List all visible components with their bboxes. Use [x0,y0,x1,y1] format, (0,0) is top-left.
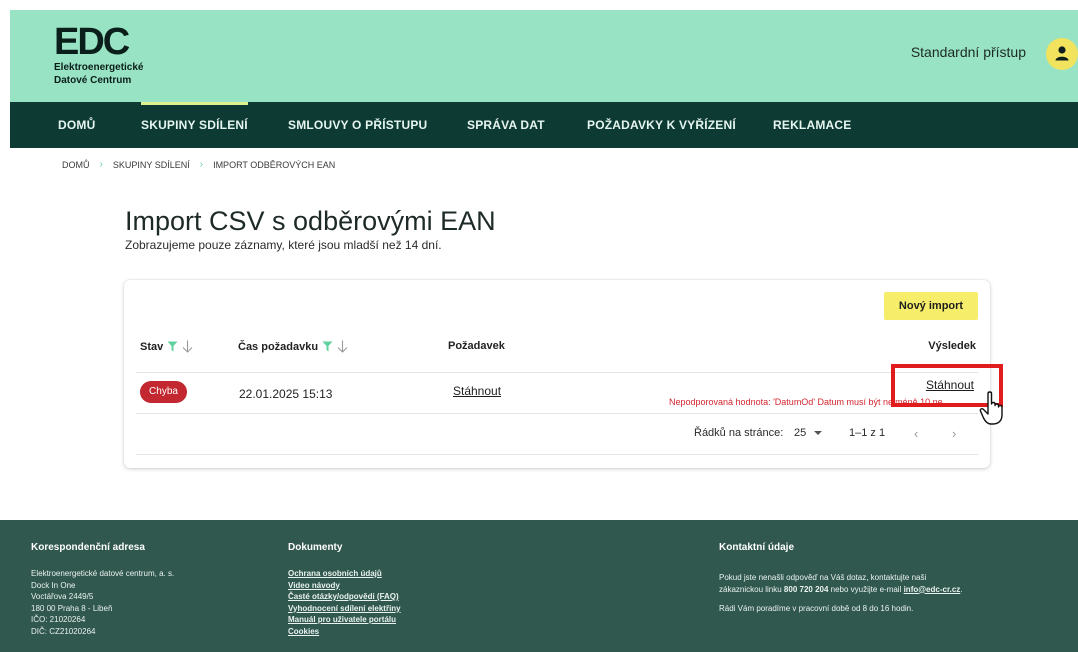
chevron-right-icon: › [99,159,103,170]
contact-email-link[interactable]: info@edc-cr.cz [904,585,961,594]
edc-logo[interactable]: EDC Elektroenergetické Datové Centrum [54,21,144,86]
nav-item-home[interactable]: DOMŮ [58,102,95,148]
breadcrumb-current: IMPORT ODBĚROVÝCH EAN [213,159,336,170]
logo-mark: EDC [54,21,144,63]
column-header-result-label: Výsledek [928,340,976,352]
nav-item-data-management[interactable]: SPRÁVA DAT [467,102,545,148]
site-header: EDC Elektroenergetické Datové Centrum St… [10,10,1078,102]
hand-cursor-icon [979,391,1003,425]
contact-text: nebo využijte e-mail [828,584,904,594]
column-header-request-label: Požadavek [448,340,505,352]
breadcrumb: DOMŮ › SKUPINY SDÍLENÍ › IMPORT ODBĚROVÝ… [62,159,335,170]
prev-page-button[interactable]: ‹ [914,426,918,441]
rows-per-page-text: Řádků na stránce: [694,427,784,439]
nav-item-complaints[interactable]: REKLAMACE [773,102,851,148]
filter-icon[interactable] [167,341,178,352]
breadcrumb-sharing-groups[interactable]: SKUPINY SDÍLENÍ [113,160,190,170]
footer-documents-heading: Dokumenty [288,542,343,553]
page-subtitle: Zobrazujeme pouze záznamy, které jsou ml… [125,238,442,252]
address-line: DIČ: CZ21020264 [31,626,96,636]
contact-phone[interactable]: 800 720 204 [784,585,829,594]
column-header-request: Požadavek [448,340,505,352]
contact-hours: Rádi Vám poradíme v pracovní době od 8 d… [719,604,914,613]
next-page-button[interactable]: › [952,426,956,441]
caret-down-icon [814,431,823,435]
status-badge: Chyba [140,381,187,403]
new-import-button[interactable]: Nový import [884,292,978,320]
table-divider [136,413,978,414]
import-table-card: Nový import Stav Čas požadavku Požadavek… [124,280,1003,468]
access-level-label[interactable]: Standardní přístup [911,44,1026,60]
footer-link-privacy[interactable]: Ochrana osobních údajů [288,568,401,580]
arrow-down-icon[interactable] [337,340,348,353]
table-divider [136,454,978,455]
logo-line-1: Elektroenergetické [54,62,144,73]
contact-text: zákaznickou linku [719,584,784,594]
page-title: Import CSV s odběrovými EAN [125,206,496,236]
contact-text: . [960,584,963,594]
footer-link-sharing-evaluation[interactable]: Vyhodnocení sdílení elektřiny [288,603,401,615]
nav-item-pending-requests[interactable]: POŽADAVKY K VYŘÍZENÍ [587,102,736,148]
request-download-link[interactable]: Stáhnout [453,384,501,398]
footer-address-heading: Korespondenční adresa [31,542,145,553]
arrow-down-icon[interactable] [182,340,193,353]
logo-text: EDC [54,21,130,63]
rows-per-page-select[interactable]: 25 [794,427,824,439]
column-header-time-label: Čas požadavku [238,340,319,353]
nav-item-access-contracts[interactable]: SMLOUVY O PŘÍSTUPU [288,102,427,148]
filter-icon[interactable] [322,341,333,352]
address-line: 180 00 Praha 8 - Libeň [31,603,113,613]
footer-link-user-manual[interactable]: Manuál pro uživatele portálu [288,614,401,626]
request-time: 22.01.2025 15:13 [239,387,333,401]
site-footer: Korespondenční adresa Elektroenergetické… [0,520,1078,652]
footer-address: Elektroenergetické datové centrum, a. s.… [31,568,174,637]
column-header-time[interactable]: Čas požadavku [238,340,348,353]
nav-item-sharing-groups[interactable]: SKUPINY SDÍLENÍ [141,102,248,148]
footer-contact: Pokud jste nenašli odpověď na Váš dotaz,… [719,572,1039,615]
rows-per-page-value: 25 [794,427,807,439]
contact-text-line: zákaznickou linku 800 720 204 nebo využi… [719,584,1039,596]
chevron-right-icon: › [199,159,204,170]
contact-text: Pokud jste nenašli odpověď na Váš dotaz,… [719,573,927,582]
pagination-range-text: 1–1 z 1 [849,427,886,439]
table-divider [136,372,978,373]
address-line: Voctářova 2449/5 [31,592,94,601]
user-avatar-button[interactable] [1046,38,1078,70]
column-header-status[interactable]: Stav [140,340,193,353]
pagination-range: 1–1 z 1 [849,427,885,439]
footer-link-cookies[interactable]: Cookies [288,626,401,638]
address-line: IČO: 21020264 [31,615,86,624]
rows-per-page-label: Řádků na stránce: [694,427,783,439]
footer-link-video-guides[interactable]: Video návody [288,580,401,592]
address-line: Dock In One [31,580,76,590]
column-header-result: Výsledek [928,340,976,352]
breadcrumb-home[interactable]: DOMŮ [62,160,90,170]
main-nav: DOMŮ SKUPINY SDÍLENÍ SMLOUVY O PŘÍSTUPU … [10,102,1078,148]
logo-line-2: Datové Centrum [54,75,132,86]
address-line: Elektroenergetické datové centrum, a. s. [31,569,175,578]
column-header-status-label: Stav [140,340,164,353]
footer-documents: Ochrana osobních údajů Video návody Čast… [288,568,401,637]
footer-link-faq[interactable]: Časté otázky/odpovědi (FAQ) [288,591,401,603]
footer-contact-heading: Kontaktní údaje [719,542,795,553]
user-icon [1055,46,1069,61]
